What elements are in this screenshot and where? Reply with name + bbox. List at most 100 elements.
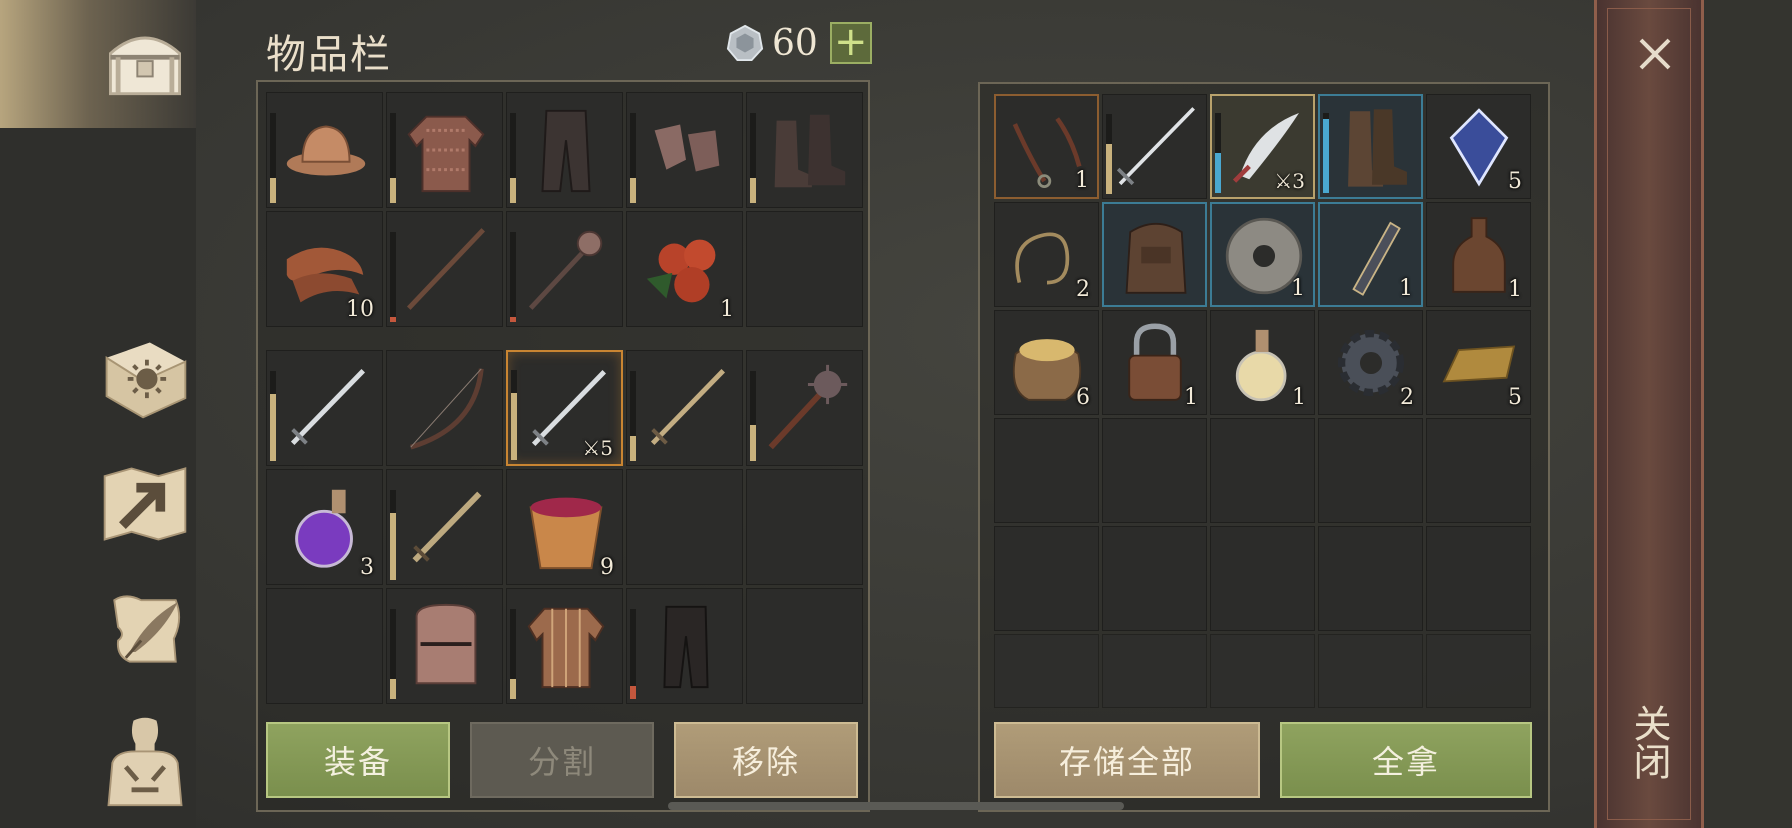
empty-slot[interactable] xyxy=(266,588,383,704)
empty-slot[interactable] xyxy=(1318,418,1423,523)
empty-slot[interactable] xyxy=(1426,418,1531,523)
dark-trousers-icon xyxy=(541,109,591,193)
close-icon[interactable] xyxy=(1635,34,1675,74)
empty-slot[interactable] xyxy=(1102,526,1207,631)
empty-slot[interactable] xyxy=(994,418,1099,523)
slot-short-sword[interactable] xyxy=(386,469,503,585)
empty-slot[interactable] xyxy=(626,469,743,585)
slot-backpack[interactable] xyxy=(1102,202,1207,307)
slot-purple-potion[interactable]: 3 xyxy=(266,469,383,585)
slot-ornate-hilt[interactable]: 1 xyxy=(1318,202,1423,307)
durability-bar xyxy=(390,113,396,203)
split-button[interactable]: 分割 xyxy=(470,722,654,798)
empty-slot[interactable] xyxy=(1426,634,1531,708)
item-quantity: 6 xyxy=(1076,385,1090,410)
close-panel[interactable]: 关闭 xyxy=(1594,0,1704,828)
item-quantity: 5 xyxy=(1508,169,1522,194)
durability-bar xyxy=(750,113,756,203)
home-indicator xyxy=(668,802,1124,810)
empty-slot[interactable] xyxy=(1210,526,1315,631)
take-all-button[interactable]: 全拿 xyxy=(1280,722,1532,798)
slot-long-sword[interactable] xyxy=(1102,94,1207,199)
side-nav xyxy=(0,0,196,828)
padded-gambeson-icon xyxy=(527,607,605,689)
item-quantity: 2 xyxy=(1076,277,1090,302)
item-quantity: 1 xyxy=(1292,385,1306,410)
slot-tall-boots[interactable] xyxy=(1318,94,1423,199)
scroll-quill-icon xyxy=(113,595,181,663)
slot-padded-gambeson[interactable] xyxy=(506,588,623,704)
item-quantity: 10 xyxy=(346,297,374,322)
slot-chain-gloves[interactable] xyxy=(626,92,743,208)
currency-display: 60 + xyxy=(726,22,872,64)
empty-slot[interactable] xyxy=(1102,634,1207,708)
slot-harness[interactable]: 1 xyxy=(994,94,1099,199)
chest-icon xyxy=(109,36,181,96)
slot-bottle[interactable]: 1 xyxy=(1426,202,1531,307)
tall-boots-icon xyxy=(1348,109,1407,187)
durability-bar xyxy=(510,232,516,322)
empty-slot[interactable] xyxy=(1210,418,1315,523)
slot-berries[interactable]: 1 xyxy=(626,211,743,327)
slot-dark-trousers[interactable] xyxy=(506,92,623,208)
slot-gear[interactable]: 2 xyxy=(1318,310,1423,415)
flanged-mace-icon xyxy=(528,230,603,310)
slot-crystal[interactable]: 5 xyxy=(1426,94,1531,199)
slot-black-leggings[interactable] xyxy=(626,588,743,704)
empty-slot[interactable] xyxy=(994,526,1099,631)
slot-bronze-sword[interactable] xyxy=(626,350,743,466)
slot-sword[interactable] xyxy=(266,350,383,466)
slot-leather-boots[interactable] xyxy=(746,92,863,208)
empty-slot[interactable] xyxy=(1318,634,1423,708)
nav-map-tab[interactable] xyxy=(90,448,200,558)
slot-sword[interactable]: ⚔5 xyxy=(506,350,623,466)
slot-millstone[interactable]: 1 xyxy=(1210,202,1315,307)
add-currency-button[interactable]: + xyxy=(829,22,872,64)
nav-skills-tab[interactable] xyxy=(90,322,200,432)
storage-grid: 1 ⚔3 5 2 1 1 1 6 1 1 2 5 xyxy=(994,94,1531,708)
chain-gloves-icon xyxy=(654,124,720,172)
slot-great-helm[interactable] xyxy=(386,588,503,704)
slot-flanged-mace[interactable] xyxy=(506,211,623,327)
nav-character-tab[interactable] xyxy=(90,706,200,816)
empty-slot[interactable] xyxy=(1426,526,1531,631)
durability-bar xyxy=(510,113,516,203)
slot-scimitar[interactable]: ⚔3 xyxy=(1210,94,1315,199)
durability-bar xyxy=(390,232,396,322)
slot-bow[interactable] xyxy=(386,350,503,466)
slot-gold-ingot[interactable]: 5 xyxy=(1426,310,1531,415)
close-label[interactable]: 关闭 xyxy=(1627,704,1677,780)
item-quantity: 1 xyxy=(1508,277,1522,302)
item-quantity: 9 xyxy=(600,555,614,580)
empty-slot[interactable] xyxy=(1318,526,1423,631)
item-quantity: 5 xyxy=(1508,385,1522,410)
slot-spiked-mace[interactable] xyxy=(746,350,863,466)
store-all-button[interactable]: 存储全部 xyxy=(994,722,1260,798)
empty-slot[interactable] xyxy=(746,588,863,704)
empty-slot[interactable] xyxy=(1102,418,1207,523)
slot-leather-hat[interactable] xyxy=(266,92,383,208)
item-quantity: ⚔3 xyxy=(1274,169,1305,193)
empty-slot[interactable] xyxy=(746,211,863,327)
empty-slot[interactable] xyxy=(994,634,1099,708)
remove-button[interactable]: 移除 xyxy=(674,722,858,798)
backpack-icon xyxy=(1125,222,1187,294)
slot-bacon[interactable]: 10 xyxy=(266,211,383,327)
empty-slot[interactable] xyxy=(746,469,863,585)
slot-rope[interactable]: 2 xyxy=(994,202,1099,307)
slot-chainmail-shirt[interactable] xyxy=(386,92,503,208)
nav-inventory-tab[interactable] xyxy=(90,8,200,118)
equip-button[interactable]: 装备 xyxy=(266,722,450,798)
equipment-grid: 10 1 xyxy=(266,92,863,327)
silver-coin-icon xyxy=(726,24,764,62)
empty-slot[interactable] xyxy=(1210,634,1315,708)
slot-light-potion[interactable]: 1 xyxy=(1210,310,1315,415)
slot-wooden-staff[interactable] xyxy=(386,211,503,327)
spiked-mace-icon xyxy=(768,364,848,450)
item-quantity: 1 xyxy=(1075,168,1089,193)
nav-quests-tab[interactable] xyxy=(90,574,200,684)
slot-grain-sack[interactable]: 6 xyxy=(994,310,1099,415)
slot-padlock[interactable]: 1 xyxy=(1102,310,1207,415)
short-sword-icon xyxy=(412,491,482,563)
slot-berry-bucket[interactable]: 9 xyxy=(506,469,623,585)
